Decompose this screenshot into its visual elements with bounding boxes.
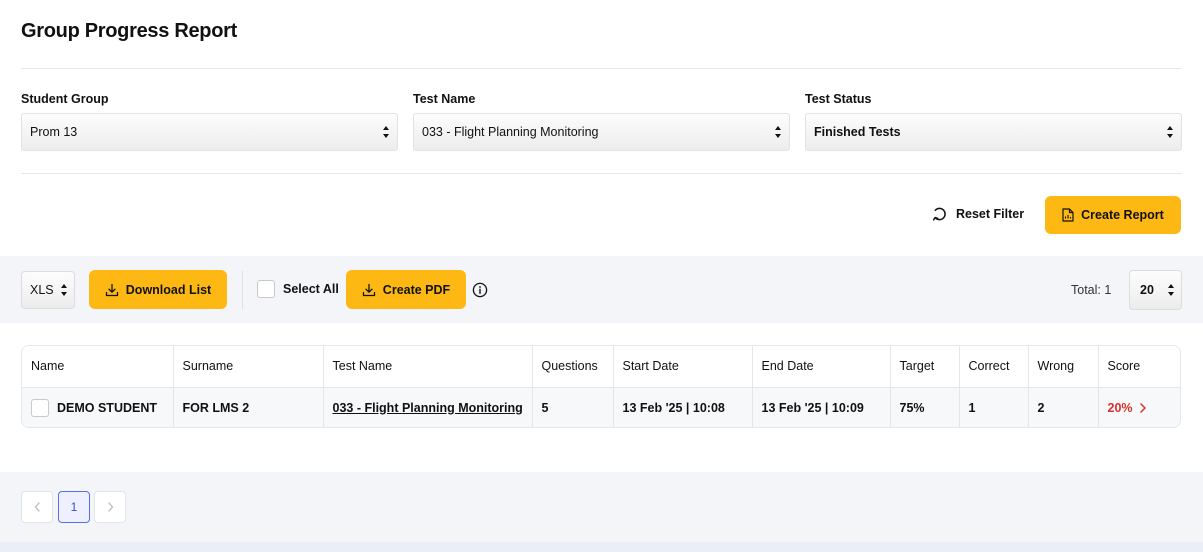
column-header[interactable]: Name bbox=[22, 346, 174, 388]
target-cell: 75% bbox=[890, 387, 960, 427]
test-status-value: Finished Tests bbox=[814, 125, 901, 139]
score-cell[interactable]: 20% bbox=[1098, 387, 1180, 427]
test-name-value: 033 - Flight Planning Monitoring bbox=[422, 125, 599, 139]
create-report-label: Create Report bbox=[1081, 208, 1164, 222]
test-name-filter: Test Name 033 - Flight Planning Monitori… bbox=[413, 92, 790, 151]
student-group-label: Student Group bbox=[21, 92, 109, 106]
page-button-1[interactable]: 1 bbox=[58, 491, 90, 523]
select-arrows-icon bbox=[1168, 284, 1174, 296]
select-all-control[interactable]: Select All bbox=[257, 280, 339, 298]
export-format-select[interactable]: XLS bbox=[21, 271, 75, 309]
create-report-button[interactable]: Create Report bbox=[1045, 196, 1181, 234]
start-date-cell: 13 Feb '25 | 10:08 bbox=[613, 387, 753, 427]
student-name: DEMO STUDENT bbox=[57, 400, 157, 415]
download-list-label: Download List bbox=[125, 282, 212, 297]
test-name-label: Test Name bbox=[413, 92, 476, 106]
page-size-select[interactable]: 20 bbox=[1129, 270, 1182, 310]
questions-cell: 5 bbox=[532, 387, 614, 427]
reset-icon bbox=[932, 207, 946, 221]
select-arrows-icon bbox=[1167, 126, 1173, 138]
row-checkbox[interactable] bbox=[31, 398, 49, 417]
table-row[interactable]: DEMO STUDENT FOR LMS 2 033 - Flight Plan… bbox=[22, 387, 1180, 427]
wrong-cell: 2 bbox=[1028, 387, 1099, 427]
score-value[interactable]: 20% bbox=[1108, 401, 1133, 415]
footer-strip bbox=[0, 542, 1203, 552]
test-status-select[interactable]: Finished Tests bbox=[805, 113, 1182, 151]
column-header[interactable]: Wrong bbox=[1028, 346, 1099, 388]
column-header[interactable]: Test Name bbox=[323, 346, 533, 388]
select-arrows-icon bbox=[775, 126, 781, 138]
next-page-button[interactable] bbox=[94, 491, 126, 523]
page-size-value: 20 bbox=[1140, 283, 1154, 297]
info-icon[interactable] bbox=[472, 282, 488, 298]
column-header[interactable]: End Date bbox=[752, 346, 891, 388]
test-status-filter: Test Status Finished Tests bbox=[805, 92, 1182, 151]
reset-filter-label: Reset Filter bbox=[956, 207, 1025, 221]
column-header[interactable]: Score bbox=[1098, 346, 1180, 388]
select-arrows-icon bbox=[61, 284, 67, 296]
chevron-left-icon bbox=[34, 502, 40, 512]
create-pdf-button[interactable]: Create PDF bbox=[346, 270, 466, 309]
surname-cell: FOR LMS 2 bbox=[173, 387, 324, 427]
test-status-label: Test Status bbox=[805, 92, 872, 106]
name-cell: DEMO STUDENT bbox=[22, 387, 174, 427]
select-arrows-icon bbox=[383, 126, 389, 138]
report-file-icon bbox=[1062, 208, 1074, 222]
pagination-bar bbox=[0, 472, 1203, 542]
student-group-filter: Student Group Prom 13 bbox=[21, 92, 398, 151]
reset-filter-button[interactable]: Reset Filter bbox=[932, 206, 1024, 222]
page-title: Group Progress Report bbox=[21, 20, 237, 42]
chevron-right-icon[interactable] bbox=[1139, 403, 1147, 413]
correct-cell: 1 bbox=[959, 387, 1029, 427]
results-table: Name Surname Test Name Questions Start D… bbox=[21, 345, 1181, 428]
end-date-cell: 13 Feb '25 | 10:09 bbox=[752, 387, 891, 427]
total-count: Total: 1 bbox=[1071, 283, 1112, 297]
toolbar-separator bbox=[242, 271, 243, 309]
download-list-button[interactable]: Download List bbox=[89, 270, 227, 309]
create-pdf-label: Create PDF bbox=[382, 282, 451, 297]
test-name-cell: 033 - Flight Planning Monitoring bbox=[323, 387, 533, 427]
select-all-label: Select All bbox=[283, 282, 339, 296]
test-name-link[interactable]: 033 - Flight Planning Monitoring bbox=[333, 401, 523, 415]
student-group-select[interactable]: Prom 13 bbox=[21, 113, 398, 151]
chevron-right-icon bbox=[107, 502, 113, 512]
header-divider bbox=[21, 68, 1182, 69]
download-icon bbox=[105, 283, 118, 296]
download-icon bbox=[362, 283, 375, 296]
filters-divider bbox=[21, 173, 1182, 174]
student-group-value: Prom 13 bbox=[30, 125, 78, 139]
column-header[interactable]: Correct bbox=[959, 346, 1029, 388]
column-header[interactable]: Surname bbox=[173, 346, 324, 388]
column-header[interactable]: Target bbox=[890, 346, 960, 388]
test-name-select[interactable]: 033 - Flight Planning Monitoring bbox=[413, 113, 790, 151]
table-header-row: Name Surname Test Name Questions Start D… bbox=[22, 346, 1180, 388]
column-header[interactable]: Questions bbox=[532, 346, 614, 388]
prev-page-button[interactable] bbox=[21, 491, 53, 523]
select-all-checkbox[interactable] bbox=[257, 280, 275, 298]
export-format-value: XLS bbox=[30, 283, 54, 297]
column-header[interactable]: Start Date bbox=[613, 346, 753, 388]
